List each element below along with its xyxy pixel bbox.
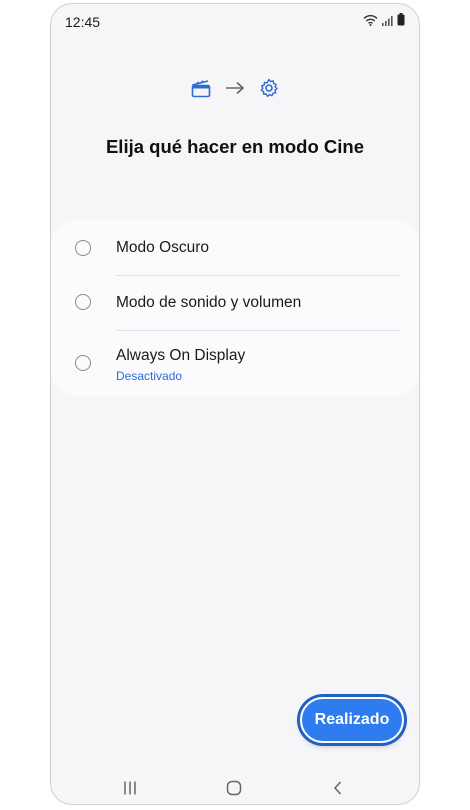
radio-button[interactable] [75, 294, 91, 310]
arrow-right-icon [225, 81, 245, 100]
option-dark-mode[interactable]: Modo Oscuro [51, 220, 419, 275]
signal-icon [382, 13, 393, 31]
status-bar: 12:45 [51, 4, 419, 38]
recent-apps-icon[interactable] [118, 776, 142, 800]
home-icon[interactable] [222, 776, 246, 800]
option-label: Modo Oscuro [116, 239, 210, 256]
page-title: Elija qué hacer en modo Cine [105, 136, 365, 157]
status-icons [363, 13, 405, 31]
wifi-icon [363, 13, 378, 31]
options-card: Modo Oscuro Modo de sonido y volumen Alw… [51, 220, 419, 396]
clapperboard-icon [191, 79, 211, 103]
gear-icon [259, 78, 279, 103]
option-label: Always On Display [116, 347, 246, 364]
header-icons [51, 78, 419, 103]
status-time: 12:45 [65, 14, 101, 30]
radio-button[interactable] [75, 355, 91, 371]
back-icon[interactable] [326, 776, 350, 800]
option-always-on-display[interactable]: Always On Display Desactivado [51, 331, 419, 396]
option-sublabel: Desactivado [116, 369, 183, 383]
phone-screen: 12:45 Elija qué hacer en modo Cine Modo … [50, 3, 420, 805]
option-label: Modo de sonido y volumen [116, 294, 302, 311]
radio-button[interactable] [75, 240, 91, 256]
navigation-bar [51, 770, 419, 804]
battery-icon [397, 13, 405, 31]
done-button[interactable]: Realizado [300, 697, 404, 743]
option-sound-mode[interactable]: Modo de sonido y volumen [51, 276, 419, 330]
